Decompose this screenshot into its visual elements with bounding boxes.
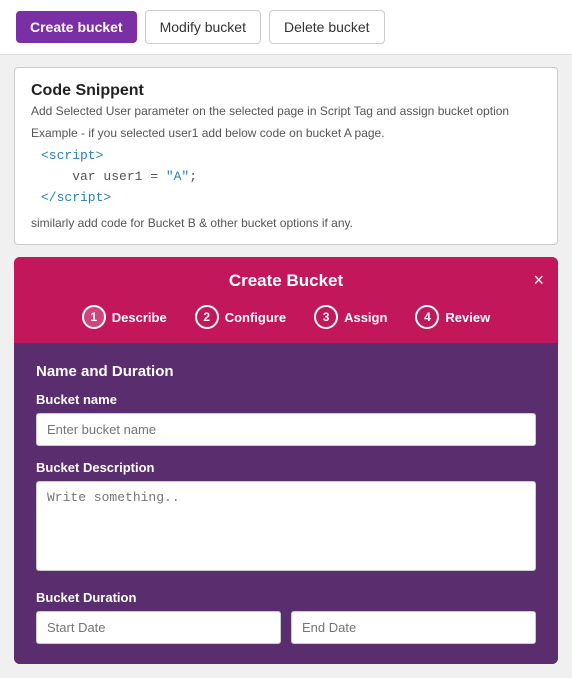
- code-line-3: </script>: [41, 190, 111, 205]
- bucket-description-label: Bucket Description: [36, 460, 536, 475]
- delete-bucket-button[interactable]: Delete bucket: [269, 10, 385, 44]
- modal-title: Create Bucket: [229, 271, 343, 291]
- code-snippet-example-label: Example - if you selected user1 add belo…: [31, 126, 541, 140]
- step-2-label: Configure: [225, 310, 286, 325]
- create-bucket-button[interactable]: Create bucket: [16, 11, 137, 43]
- code-snippet-panel: Code Snippent Add Selected User paramete…: [14, 67, 558, 245]
- step-3-label: Assign: [344, 310, 387, 325]
- step-3-circle: 3: [314, 305, 338, 329]
- toolbar: Create bucket Modify bucket Delete bucke…: [0, 0, 572, 55]
- step-4-circle: 4: [415, 305, 439, 329]
- code-block: <script> var user1 = "A"; </script>: [31, 146, 541, 208]
- step-review[interactable]: 4 Review: [401, 305, 504, 329]
- code-line-2: var user1 = "A";: [41, 169, 197, 184]
- date-row: [36, 611, 536, 644]
- code-line-1: <script>: [41, 148, 103, 163]
- code-snippet-subtitle: Add Selected User parameter on the selec…: [31, 104, 541, 118]
- create-bucket-modal: × Create Bucket 1 Describe 2 Configure 3…: [14, 257, 558, 664]
- step-4-label: Review: [445, 310, 490, 325]
- start-date-input[interactable]: [36, 611, 281, 644]
- modal-close-button[interactable]: ×: [533, 271, 544, 289]
- modify-bucket-button[interactable]: Modify bucket: [145, 10, 261, 44]
- bucket-name-label: Bucket name: [36, 392, 536, 407]
- step-configure[interactable]: 2 Configure: [181, 305, 300, 329]
- code-snippet-title: Code Snippent: [31, 82, 541, 100]
- steps-row: 1 Describe 2 Configure 3 Assign 4 Review: [30, 305, 542, 329]
- step-1-label: Describe: [112, 310, 167, 325]
- section-name-duration: Name and Duration: [36, 363, 536, 380]
- end-date-input[interactable]: [291, 611, 536, 644]
- bucket-description-textarea[interactable]: [36, 481, 536, 571]
- bucket-duration-label: Bucket Duration: [36, 590, 536, 605]
- step-describe[interactable]: 1 Describe: [68, 305, 181, 329]
- bucket-name-input[interactable]: [36, 413, 536, 446]
- step-1-circle: 1: [82, 305, 106, 329]
- modal-header: × Create Bucket 1 Describe 2 Configure 3…: [14, 257, 558, 343]
- step-assign[interactable]: 3 Assign: [300, 305, 401, 329]
- modal-body: Name and Duration Bucket name Bucket Des…: [14, 343, 558, 664]
- step-2-circle: 2: [195, 305, 219, 329]
- code-snippet-note: similarly add code for Bucket B & other …: [31, 216, 541, 230]
